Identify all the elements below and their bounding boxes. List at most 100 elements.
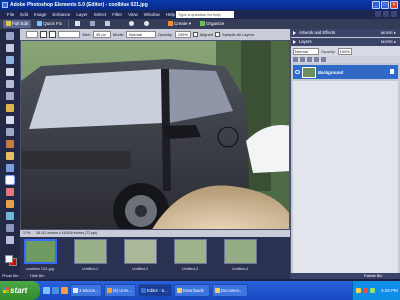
artwork-more-button[interactable]: MORE ▸ (381, 29, 396, 37)
lasso-tool-icon[interactable] (6, 92, 14, 100)
size-field[interactable]: 45 px (92, 31, 111, 38)
delete-layer-icon[interactable] (307, 57, 312, 62)
menu-edit[interactable]: Edit (17, 12, 31, 17)
menu-view[interactable]: View (125, 12, 141, 17)
full-edit-button[interactable]: Full Edit (3, 20, 32, 28)
print-icon (105, 21, 111, 26)
save-icon (90, 21, 96, 26)
layers-title: Layers (299, 39, 312, 44)
new-layer-icon[interactable] (293, 57, 298, 62)
brush-tool-icon[interactable] (6, 200, 14, 208)
bin-thumbnail[interactable] (74, 239, 107, 264)
menu-select[interactable]: Select (91, 12, 110, 17)
taskbar-item[interactable]: (6) Unre... (104, 284, 136, 297)
clock: 3:28 PM (381, 288, 398, 293)
zoom-tool-icon[interactable] (6, 44, 14, 52)
clone-stamp-icon[interactable] (40, 31, 47, 38)
image-canvas[interactable] (20, 40, 290, 230)
layer-row-background[interactable]: Background (293, 65, 398, 79)
menu-image[interactable]: Image (31, 12, 50, 17)
doc-minimize-button[interactable] (375, 11, 381, 17)
close-button[interactable]: × (390, 1, 398, 9)
taskbar-item[interactable]: 3 Micros... (70, 284, 102, 297)
marquee-tool-icon[interactable] (6, 80, 14, 88)
doc-close-button[interactable] (391, 11, 397, 17)
crop-tool-icon[interactable] (6, 128, 14, 136)
minimize-button[interactable]: _ (372, 1, 380, 9)
healing-brush-tool-icon[interactable] (6, 164, 14, 172)
doc-restore-button[interactable] (383, 11, 389, 17)
menu-enhance[interactable]: Enhance (50, 12, 74, 17)
lock-transparency-icon[interactable] (314, 57, 319, 62)
magic-wand-tool-icon[interactable] (6, 104, 14, 112)
volume-icon[interactable] (370, 288, 375, 293)
paint-bucket-tool-icon[interactable] (6, 212, 14, 220)
bin-thumbnail[interactable] (124, 239, 157, 264)
bin-thumbnail[interactable] (224, 239, 257, 264)
red-eye-tool-icon[interactable] (6, 152, 14, 160)
hide-bin-button[interactable]: Hide Bin (30, 274, 44, 278)
aligned-checkbox[interactable] (192, 32, 198, 37)
start-label: start (10, 286, 28, 295)
move-tool-icon[interactable] (6, 32, 14, 40)
eyedropper-tool-icon[interactable] (6, 68, 14, 76)
taskbar-item-label: Documen... (221, 288, 243, 293)
print-button[interactable] (102, 20, 114, 28)
taskbar-item-label: Downloads (183, 288, 204, 293)
hand-tool-icon[interactable] (6, 56, 14, 64)
media-icon[interactable] (61, 287, 68, 294)
help-search-input[interactable]: Type a question for help (176, 11, 234, 18)
artwork-effects-header[interactable]: Artwork and Effects MORE ▸ (291, 29, 400, 37)
palette-bin-toggle[interactable]: Palette Bin (290, 273, 400, 279)
eye-icon[interactable] (295, 70, 300, 74)
adjustment-layer-icon[interactable] (300, 57, 305, 62)
taskbar-item[interactable]: Documen... (212, 284, 248, 297)
photo-bin-label[interactable]: Photo Bin (2, 274, 18, 278)
taskbar-item[interactable]: Editor - 5... (138, 284, 172, 297)
mode-label: Mode: (112, 32, 125, 37)
pattern-stamp-icon[interactable] (49, 31, 56, 38)
create-button[interactable]: Create ▾ (165, 20, 194, 28)
maximize-button[interactable]: □ (381, 1, 389, 9)
start-button[interactable]: start (0, 281, 40, 300)
menu-file[interactable]: File (4, 12, 17, 17)
brush-picker[interactable] (58, 31, 80, 38)
mode-select[interactable]: Normal (126, 31, 157, 38)
menu-window[interactable]: Window (141, 12, 163, 17)
menu-layer[interactable]: Layer (73, 12, 90, 17)
bin-thumbnail[interactable] (24, 239, 57, 264)
new-file-button[interactable] (72, 20, 84, 28)
tool-preset-picker[interactable] (26, 31, 38, 38)
organize-button[interactable]: Organize (197, 20, 227, 28)
undo-button[interactable] (126, 20, 138, 28)
quick-fix-button[interactable]: Quick Fix (34, 20, 65, 28)
browser-icon[interactable] (52, 287, 59, 294)
blend-mode-select[interactable]: Normal (293, 47, 319, 55)
layers-more-button[interactable]: MORE ▸ (381, 38, 396, 46)
save-button[interactable] (87, 20, 99, 28)
opacity-field[interactable]: 100% (174, 31, 191, 38)
sample-all-layers-checkbox[interactable] (215, 32, 221, 37)
layer-opacity-field[interactable]: 100% (337, 47, 352, 55)
clone-stamp-tool-icon[interactable] (5, 175, 15, 185)
gradient-tool-icon[interactable] (6, 224, 14, 232)
type-tool-icon[interactable] (6, 116, 14, 124)
bin-thumbnail[interactable] (174, 239, 207, 264)
layers-header[interactable]: Layers MORE ▸ (291, 38, 400, 46)
menu-filter[interactable]: Filter (109, 12, 125, 17)
document-info: 28.111 inches x 18.639 inches (72 ppi) (36, 231, 98, 235)
create-label: Create ▾ (174, 21, 192, 26)
lock-all-icon[interactable] (321, 57, 326, 62)
eraser-tool-icon[interactable] (6, 188, 14, 196)
taskbar-item[interactable]: Downloads (174, 284, 210, 297)
network-icon[interactable] (356, 288, 361, 293)
size-label: Size: (82, 32, 91, 37)
foreground-color-swatch[interactable] (5, 255, 13, 263)
quick-launch (43, 287, 68, 294)
shape-tool-icon[interactable] (6, 236, 14, 244)
security-icon[interactable] (363, 288, 368, 293)
show-desktop-icon[interactable] (43, 287, 50, 294)
zoom-level[interactable]: 17% (23, 230, 35, 237)
cookie-cutter-tool-icon[interactable] (6, 140, 14, 148)
redo-button[interactable] (141, 20, 153, 28)
